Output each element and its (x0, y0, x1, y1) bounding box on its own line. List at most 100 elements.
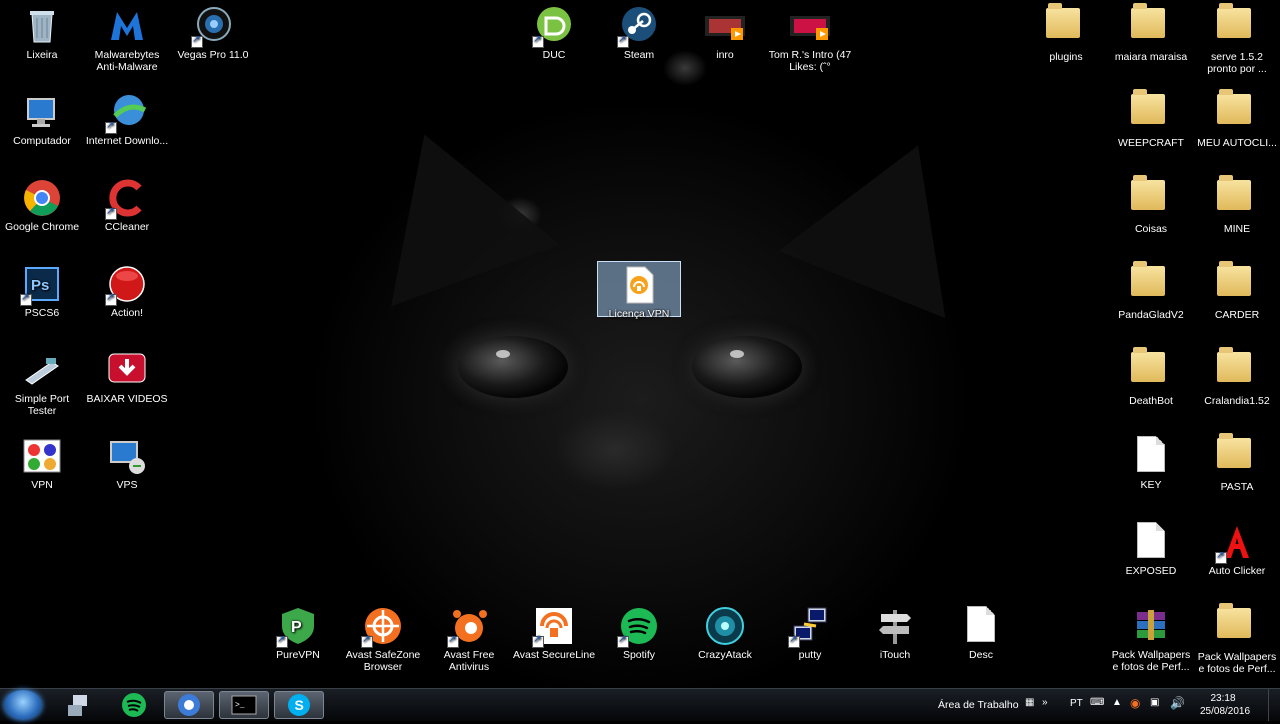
shortcut-arrow-icon (617, 34, 629, 48)
desktop-icon-exposed[interactable]: EXPOSED (1109, 518, 1193, 577)
video-file-icon (705, 6, 745, 46)
taskbar-chrome[interactable] (164, 691, 214, 719)
folder-icon (1131, 261, 1171, 306)
desktop-icon-itouch[interactable]: iTouch (853, 602, 937, 661)
photoshop-icon: Ps (20, 264, 62, 306)
shortcut-arrow-icon (20, 292, 32, 306)
desktop-icon-crazyatack[interactable]: CrazyAtack (683, 602, 767, 661)
desktop-icon-weepcraft[interactable]: WEEPCRAFT (1109, 88, 1193, 149)
show-desktop-button[interactable] (1268, 689, 1280, 721)
wallpaper-cat-ear (778, 111, 1002, 319)
desktop-icon-deathbot[interactable]: DeathBot (1109, 346, 1193, 407)
desktop-icon-pack-wallpapers-folder[interactable]: Pack Wallpapers e fotos de Perf... (1195, 602, 1279, 675)
clock[interactable]: 23:18 25/08/2016 (1200, 692, 1251, 718)
folder-icon (1217, 3, 1257, 48)
remote-desktop-icon (107, 436, 147, 476)
desktop-icon-spotify[interactable]: Spotify (597, 602, 681, 661)
vpn-icon (22, 436, 62, 476)
network-icon (68, 695, 87, 716)
desktop-icon-lixeira[interactable]: Lixeira (0, 2, 84, 61)
desktop-icon-ccleaner[interactable]: CCleaner (85, 174, 169, 233)
desktop-icon-mine[interactable]: MINE (1195, 174, 1279, 235)
desktop-icon-licenca-vpn[interactable]: Licença VPN (597, 261, 681, 320)
avast-secureline-icon (532, 606, 574, 648)
duc-icon (532, 6, 574, 48)
shortcut-arrow-icon (788, 634, 800, 648)
desktop-icon-meu-autocli[interactable]: MEU AUTOCLI... (1195, 88, 1279, 149)
desktop-icon-malwarebytes[interactable]: Malwarebytes Anti-Malware (85, 2, 169, 73)
desktop-icon-duc[interactable]: DUC (512, 2, 596, 61)
toolbar-expand-icon[interactable]: » (1042, 697, 1048, 708)
desktop-icon-desc[interactable]: Desc (939, 602, 1023, 661)
desktop-icon-inro[interactable]: inro (683, 2, 767, 61)
chrome-icon (178, 694, 200, 716)
folder-icon (1046, 3, 1086, 48)
desktop-icon-serve[interactable]: serve 1.5.2 pronto por ... (1195, 2, 1279, 75)
desktop-icon-key[interactable]: KEY (1109, 432, 1193, 491)
folder-icon (1131, 3, 1171, 48)
desktop-icon-google-chrome[interactable]: Google Chrome (0, 174, 84, 233)
desktop-icon-baixar-videos[interactable]: BAIXAR VIDEOS (85, 346, 169, 405)
language-indicator[interactable]: PT (1070, 698, 1083, 709)
text-file-icon (961, 606, 1001, 646)
spotify-icon (122, 693, 146, 717)
malwarebytes-icon (107, 6, 147, 46)
desktop-icon-carder[interactable]: CARDER (1195, 260, 1279, 321)
desktop-icon-purevpn[interactable]: P PureVPN (256, 602, 340, 661)
desktop-icon-putty[interactable]: putty (768, 602, 852, 661)
desktop-icon-maiara-maraisa[interactable]: maiara maraisa (1109, 2, 1193, 63)
volume-icon[interactable]: 🔊 (1170, 696, 1185, 710)
shortcut-arrow-icon (105, 120, 117, 134)
desktop-icon-steam[interactable]: Steam (597, 2, 681, 61)
shortcut-arrow-icon (191, 34, 203, 48)
avast-safezone-icon (361, 606, 403, 648)
ccleaner-icon (105, 178, 147, 220)
desktop-icon-internet-download[interactable]: Internet Downlo... (85, 88, 169, 147)
desktop-icon-coisas[interactable]: Coisas (1109, 174, 1193, 235)
taskbar-spotify[interactable] (109, 691, 159, 719)
taskbar-skype[interactable]: S (274, 691, 324, 719)
keyboard-icon[interactable]: ⌨ (1090, 697, 1104, 708)
taskbar-command-prompt[interactable]: >_ (219, 691, 269, 719)
svg-text:P: P (291, 619, 302, 636)
desktop-icon-pscs6[interactable]: Ps PSCS6 (0, 260, 84, 319)
desktop-icon-avast-free[interactable]: Avast Free Antivirus (427, 602, 511, 673)
svg-text:>_: >_ (235, 701, 245, 710)
desktop-icon-cralandia[interactable]: Cralandia1.52 (1195, 346, 1279, 407)
text-file-icon (1131, 436, 1171, 476)
network-icon (22, 350, 62, 390)
desktop-icon-tom-intro[interactable]: Tom R.'s Intro (47 Likes: (ˆ° (768, 2, 852, 73)
command-prompt-icon: >_ (231, 695, 257, 715)
desktop-icon-computador[interactable]: Computador (0, 88, 84, 147)
recycle-bin-icon (22, 6, 62, 46)
folder-icon (1131, 89, 1171, 134)
desktop-icon-vps[interactable]: VPS (85, 432, 169, 491)
desktop-icon-pasta[interactable]: PASTA (1195, 432, 1279, 493)
start-button[interactable] (4, 690, 42, 720)
folder-icon (1131, 175, 1171, 220)
desktop-icon-vpn[interactable]: VPN (0, 432, 84, 491)
signpost-icon (875, 606, 915, 646)
vegas-pro-icon (191, 6, 233, 48)
desktop-toolbar-label[interactable]: Área de Trabalho (938, 699, 1019, 711)
desktop-icon-pandagladv2[interactable]: PandaGladV2 (1109, 260, 1193, 321)
avast-tray-icon[interactable]: ◉ (1130, 696, 1140, 710)
show-hidden-icons-icon[interactable]: ▲ (1112, 697, 1122, 708)
network-tray-icon[interactable]: ▣ (1150, 697, 1159, 708)
desktop-icon-auto-clicker[interactable]: Auto Clicker (1195, 518, 1279, 577)
vpn-license-icon (619, 265, 659, 305)
clock-date: 25/08/2016 (1200, 706, 1251, 717)
desktop-icon-plugins[interactable]: plugins (1024, 2, 1108, 63)
download-icon (107, 350, 147, 390)
desktop-icon-avast-secureline[interactable]: Avast SecureLine (512, 602, 596, 661)
putty-icon (788, 606, 830, 648)
desktop-icon-pack-wallpapers-rar[interactable]: Pack Wallpapers e fotos de Perf... (1109, 602, 1193, 673)
desktop-icon-action[interactable]: Action! (85, 260, 169, 319)
desktop-icon-vegas-pro[interactable]: Vegas Pro 11.0 (171, 2, 255, 61)
action-icon (105, 264, 147, 306)
desktop-toolbar-icon[interactable]: ▦ (1025, 697, 1034, 708)
desktop-icon-simple-port-tester[interactable]: Simple Port Tester (0, 346, 84, 417)
desktop-icon-avast-safezone[interactable]: Avast SafeZone Browser (341, 602, 425, 673)
taskbar-network-app[interactable] (55, 691, 105, 719)
shortcut-arrow-icon (105, 206, 117, 220)
